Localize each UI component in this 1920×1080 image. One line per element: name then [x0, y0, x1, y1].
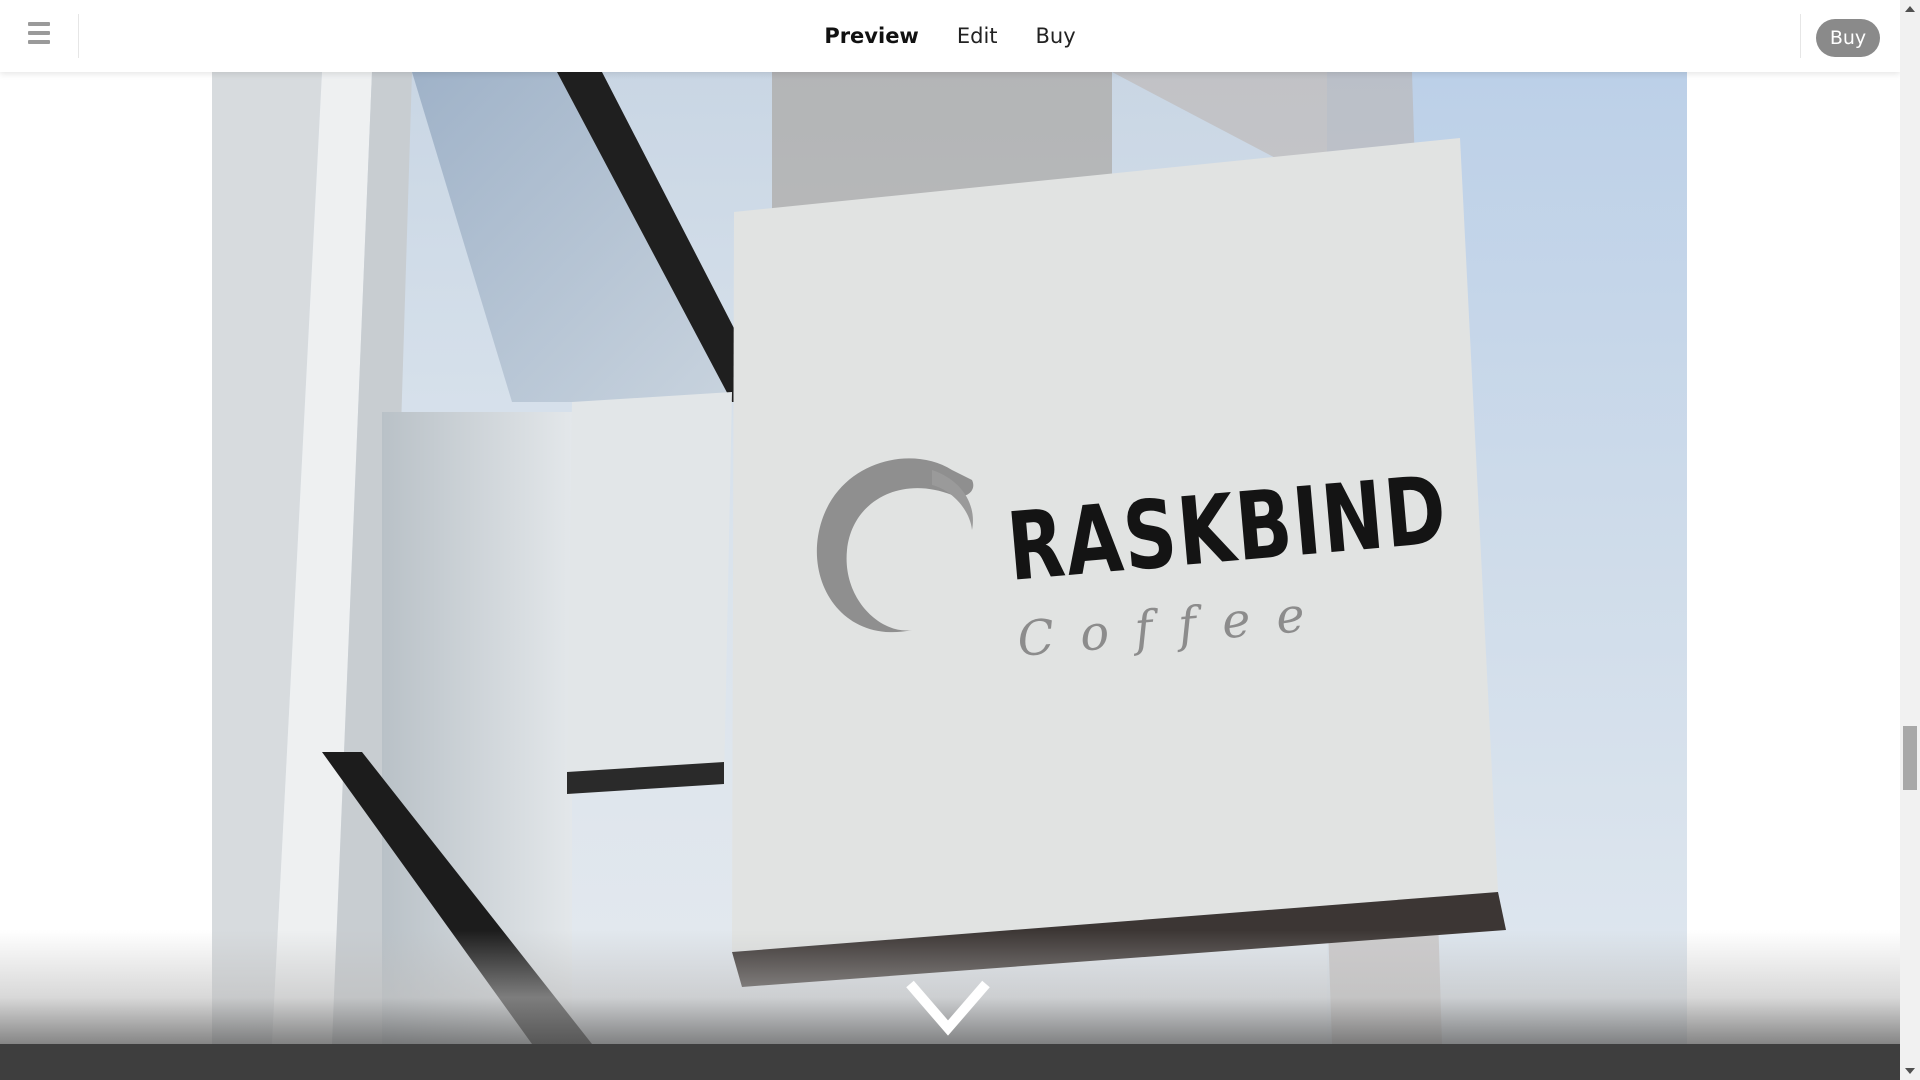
tab-edit[interactable]: Edit	[957, 24, 998, 48]
page-viewport: Preview Edit Buy Buy RASKBIND Coffee	[0, 0, 1900, 1080]
hero-mockup-image: RASKBIND Coffee	[212, 72, 1687, 1044]
coffee-swirl-logo-icon	[816, 458, 974, 633]
chevron-down-icon[interactable]	[906, 978, 990, 1036]
divider	[1800, 14, 1801, 58]
top-navigation-bar: Preview Edit Buy Buy	[0, 0, 1900, 72]
nav-tabs: Preview Edit Buy	[0, 0, 1900, 72]
hamburger-menu-icon[interactable]	[28, 22, 52, 48]
vertical-scrollbar[interactable]	[1900, 0, 1920, 1080]
scroll-down-arrow-icon[interactable]	[1900, 1062, 1920, 1080]
tab-buy[interactable]: Buy	[1036, 24, 1076, 48]
buy-button[interactable]: Buy	[1816, 19, 1880, 57]
divider	[78, 14, 79, 58]
scrollbar-thumb[interactable]	[1903, 726, 1917, 790]
bottom-dark-band	[0, 1044, 1900, 1080]
tab-preview[interactable]: Preview	[824, 24, 919, 48]
scroll-up-arrow-icon[interactable]	[1900, 0, 1920, 18]
